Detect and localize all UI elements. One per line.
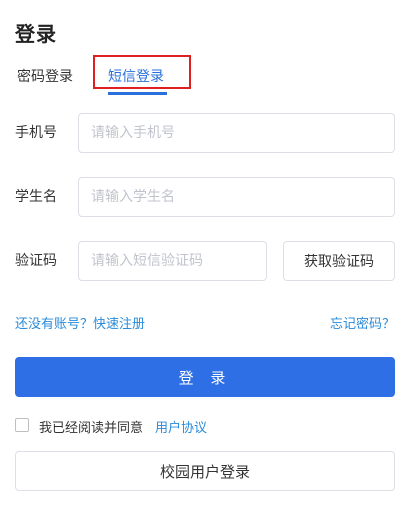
tab-sms-login[interactable]: 短信登录 xyxy=(108,66,164,86)
student-name-label: 学生名 xyxy=(15,189,57,205)
forgot-password-link[interactable]: 忘记密码？ xyxy=(330,313,395,332)
phone-input[interactable] xyxy=(78,113,395,153)
tab-password-login[interactable]: 密码登录 xyxy=(17,66,73,86)
get-code-button[interactable]: 获取验证码 xyxy=(283,241,395,281)
user-agreement-link[interactable]: 用户协议 xyxy=(155,417,207,436)
phone-label: 手机号 xyxy=(15,125,57,141)
agreement-checkbox[interactable] xyxy=(15,418,29,432)
student-name-input[interactable] xyxy=(78,177,395,217)
register-link[interactable]: 还没有账号？快速注册 xyxy=(15,313,145,332)
login-button[interactable]: 登 录 xyxy=(15,357,395,397)
active-tab-underline xyxy=(108,92,167,95)
page-title: 登录 xyxy=(15,22,57,46)
campus-login-button[interactable]: 校园用户登录 xyxy=(15,451,395,491)
code-label: 验证码 xyxy=(15,253,57,269)
sms-code-input[interactable] xyxy=(78,241,267,281)
agreement-text: 我已经阅读并同意 xyxy=(39,421,144,436)
